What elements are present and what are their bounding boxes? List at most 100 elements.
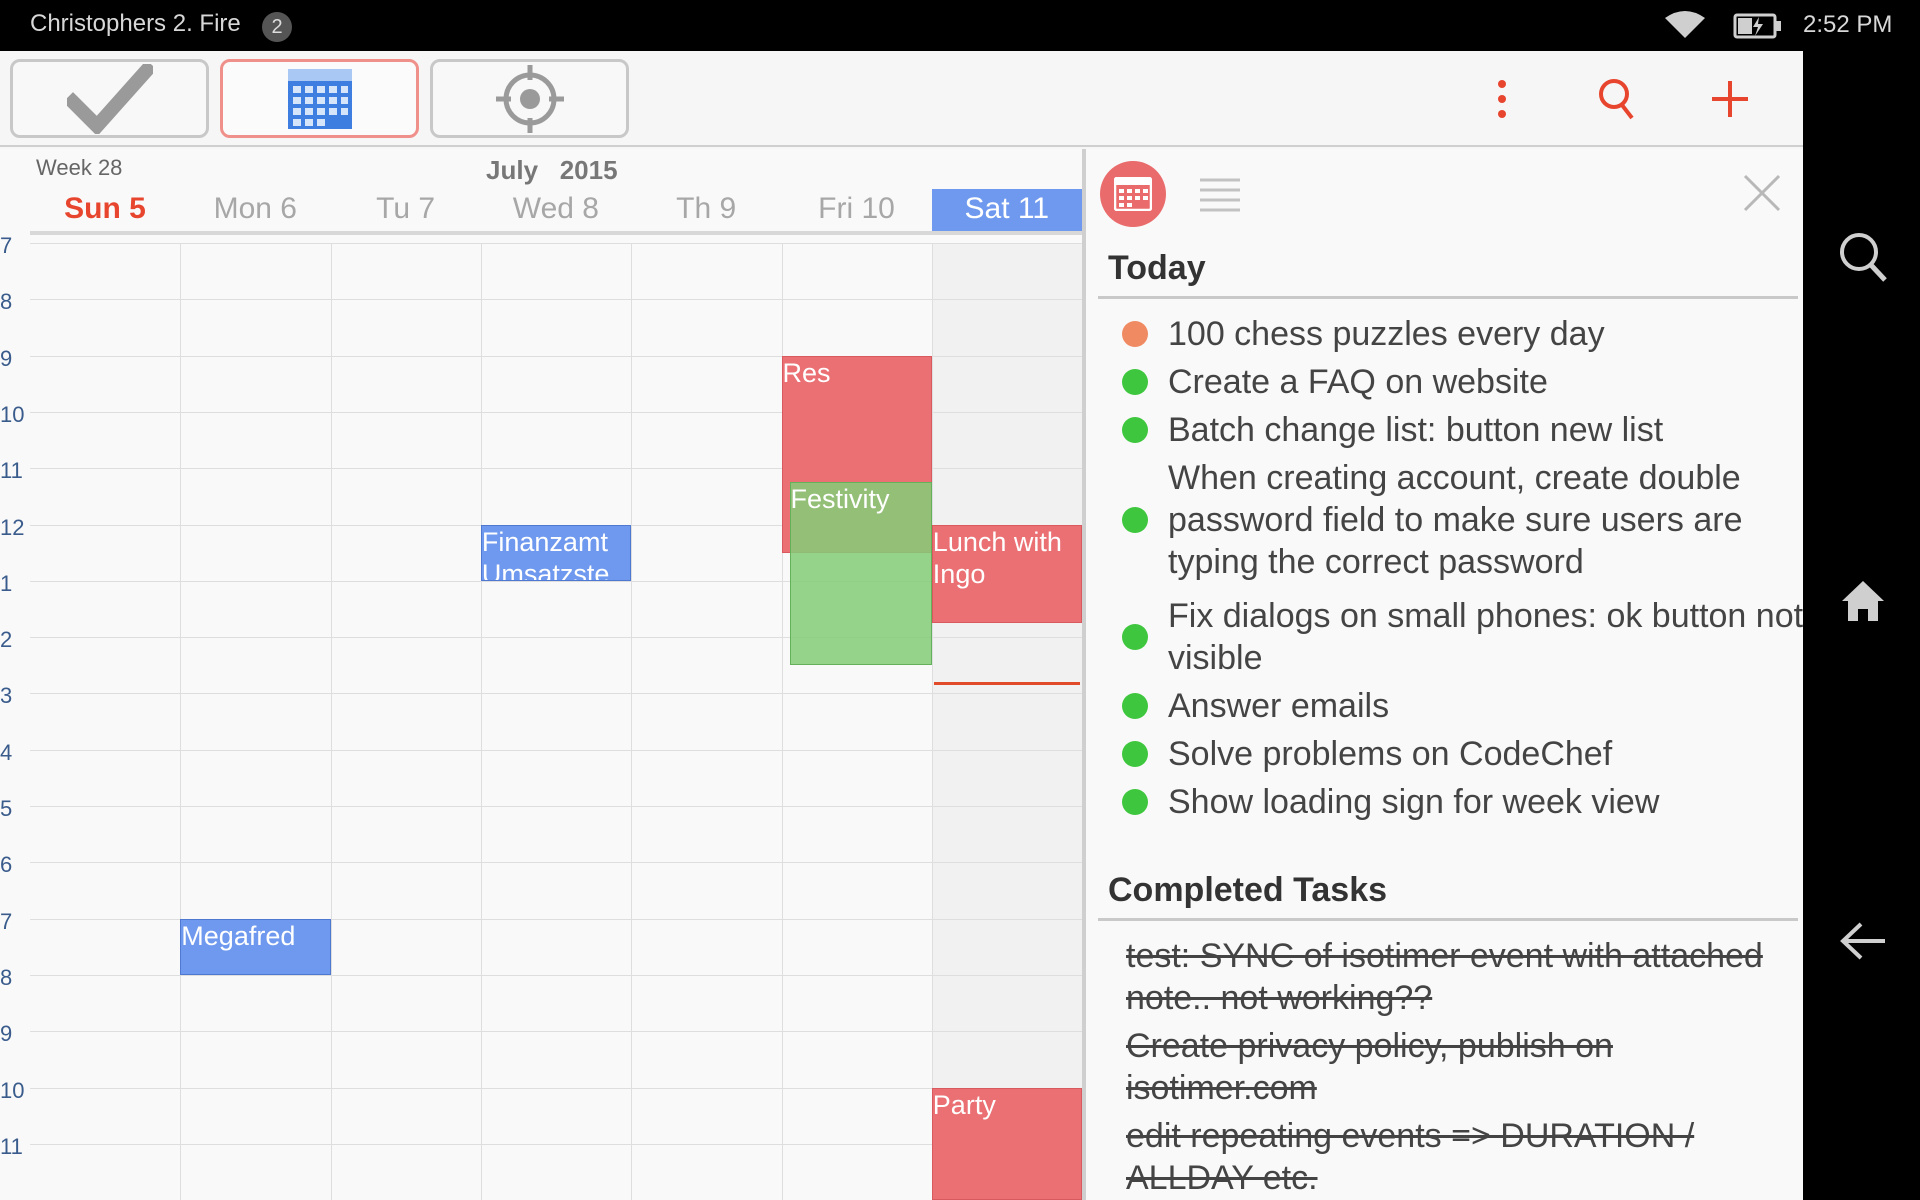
task-item[interactable]: Solve problems on CodeChef <box>1108 733 1788 775</box>
today-section-title: Today <box>1108 249 1206 287</box>
close-icon[interactable] <box>1742 173 1782 218</box>
completed-task-item[interactable]: Create privacy policy, publish on isotim… <box>1126 1025 1786 1109</box>
task-item[interactable]: When creating account, create double pas… <box>1108 457 1788 583</box>
task-status-dot[interactable] <box>1122 369 1148 395</box>
calendar-header: Week 28 July 2015 Sun 5 Mon 6 Tu 7 Wed 8 Th … <box>0 149 1082 235</box>
task-item[interactable]: Answer emails <box>1108 685 1788 727</box>
hour-label: 3 <box>0 683 13 709</box>
task-item[interactable]: Show loading sign for week view <box>1108 781 1788 823</box>
back-arrow-icon[interactable] <box>1833 911 1893 971</box>
hour-label: 12 <box>0 514 25 540</box>
list-view-icon[interactable] <box>1198 177 1242 218</box>
calendar-icon <box>1114 177 1152 211</box>
calendar-event[interactable]: Megafred <box>180 918 331 975</box>
task-text: When creating account, create double pas… <box>1168 459 1743 581</box>
task-item[interactable]: Fix dialogs on small phones: ok button n… <box>1108 595 1803 679</box>
hour-label: 6 <box>0 852 13 878</box>
toolbar <box>0 51 1803 147</box>
month-year-label: July 2015 <box>486 155 618 186</box>
overflow-menu-icon[interactable] <box>1474 71 1530 127</box>
calendar-event[interactable]: Lunch with Ingo <box>931 524 1082 624</box>
battery-icon <box>1733 12 1783 45</box>
crosshair-icon <box>495 64 564 133</box>
search-icon[interactable] <box>1588 71 1644 127</box>
current-time-indicator <box>933 681 1081 685</box>
divider <box>1098 296 1798 299</box>
status-bar: Christophers 2. Fire 2 2:52 PM <box>0 0 1920 51</box>
calendar-event[interactable]: Party <box>931 1087 1082 1200</box>
task-text: Fix dialogs on small phones: ok button n… <box>1168 597 1804 677</box>
hour-gridline <box>30 806 1082 807</box>
task-text: Show loading sign for week view <box>1168 783 1660 821</box>
day-header[interactable]: Wed 8 <box>481 189 631 231</box>
day-header[interactable]: Mon 6 <box>180 189 330 231</box>
day-gridline <box>480 243 482 1200</box>
task-text: 100 chess puzzles every day <box>1168 315 1605 353</box>
day-header[interactable]: Sat 11 <box>931 189 1082 231</box>
task-text: Create a FAQ on website <box>1168 363 1548 401</box>
focus-mode-button[interactable] <box>430 59 629 138</box>
day-gridline <box>330 243 332 1200</box>
hour-gridline <box>30 1087 1082 1089</box>
hour-gridline <box>30 693 1082 695</box>
hour-label: 11 <box>0 1133 23 1159</box>
day-gridline <box>631 243 633 1200</box>
app-window: Week 28 July 2015 Sun 5 Mon 6 Tu 7 Wed 8 Th … <box>0 51 1803 1200</box>
calendar-grid[interactable]: Res Festivity Finanzamt Umsatzste Lunch wit… <box>30 243 1082 1200</box>
day-header[interactable]: Th 9 <box>631 189 781 231</box>
task-item[interactable]: 100 chess puzzles every day <box>1108 313 1788 355</box>
hour-label: 2 <box>0 627 13 653</box>
task-status-dot[interactable] <box>1122 693 1148 719</box>
clock: 2:52 PM <box>1803 11 1893 38</box>
calendar-view-toggle[interactable] <box>1100 161 1166 227</box>
task-status-dot[interactable] <box>1122 507 1148 533</box>
week-number: Week 28 <box>36 155 123 180</box>
home-icon[interactable] <box>1833 571 1893 631</box>
hour-label: 8 <box>0 964 13 990</box>
completed-section-title: Completed Tasks <box>1108 871 1388 909</box>
task-item[interactable]: Create a FAQ on website <box>1108 361 1788 403</box>
calendar-mode-button[interactable] <box>220 59 419 138</box>
add-plus-icon[interactable] <box>1702 71 1758 127</box>
calendar-event[interactable]: Festivity <box>789 482 932 666</box>
month-label: July <box>486 155 539 185</box>
completed-task-item[interactable]: edit repeating events => DURATION / ALLD… <box>1126 1115 1786 1199</box>
hour-label: 1 <box>0 570 13 596</box>
task-status-dot[interactable] <box>1122 321 1148 347</box>
nav-search-icon[interactable] <box>1833 227 1893 287</box>
day-gridline <box>180 243 182 1200</box>
task-text: Answer emails <box>1168 687 1390 725</box>
task-status-dot[interactable] <box>1122 417 1148 443</box>
calendar-event[interactable]: Finanzamt Umsatzste <box>480 524 632 581</box>
divider <box>1098 918 1798 921</box>
hour-label: 11 <box>0 458 23 484</box>
completed-task-item[interactable]: test: SYNC of isotimer event with attach… <box>1126 935 1786 1019</box>
device-title: Christophers 2. Fire <box>30 10 241 37</box>
day-gridline <box>931 243 933 1200</box>
notification-count-badge[interactable]: 2 <box>262 12 292 42</box>
hour-gridline <box>30 1031 1082 1033</box>
hour-label: 7 <box>0 233 13 258</box>
week-calendar: Week 28 July 2015 Sun 5 Mon 6 Tu 7 Wed 8 Th … <box>0 149 1082 1200</box>
day-header[interactable]: Fri 10 <box>782 189 932 231</box>
hour-label: 4 <box>0 739 13 765</box>
checkmark-icon <box>66 63 153 134</box>
task-panel: Today 100 chess puzzles every day Create … <box>1082 149 1803 1200</box>
hour-label: 9 <box>0 1021 13 1047</box>
hour-label: 7 <box>0 908 13 934</box>
task-status-dot[interactable] <box>1122 789 1148 815</box>
calendar-grid-icon <box>287 68 352 129</box>
tasks-mode-button[interactable] <box>10 59 209 138</box>
hour-gridline <box>30 749 1082 751</box>
year-label: 2015 <box>559 155 618 185</box>
task-item[interactable]: Batch change list: button new list <box>1108 409 1788 451</box>
wifi-icon <box>1663 10 1707 45</box>
hour-label: 5 <box>0 796 13 821</box>
hour-gridline <box>30 1143 1082 1145</box>
hour-label: 9 <box>0 345 13 371</box>
day-header[interactable]: Tu 7 <box>331 189 481 231</box>
day-header[interactable]: Sun 5 <box>30 189 180 231</box>
hour-label: 10 <box>0 401 25 427</box>
task-status-dot[interactable] <box>1122 741 1148 767</box>
task-status-dot[interactable] <box>1122 624 1148 650</box>
